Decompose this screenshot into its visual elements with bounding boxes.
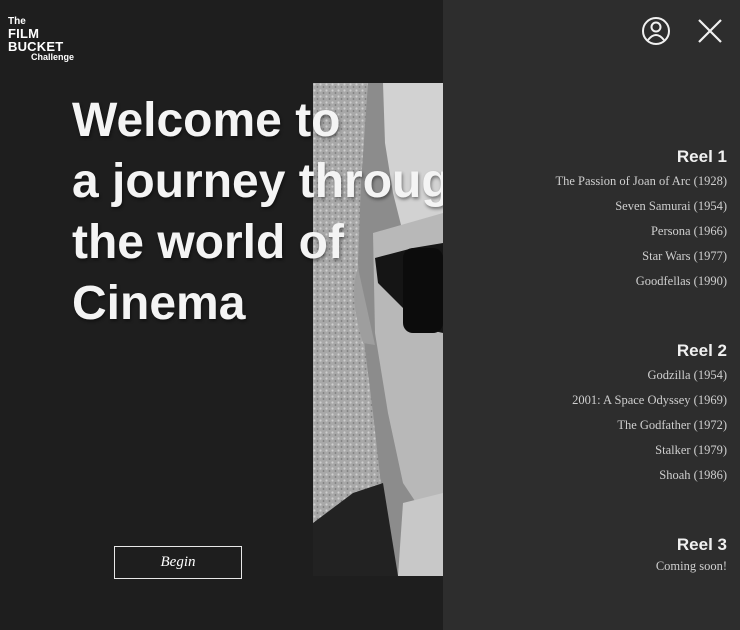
film-link[interactable]: Godzilla (1954) (447, 363, 728, 388)
begin-button[interactable]: Begin (114, 546, 242, 579)
reel-3-title: Reel 3 (676, 535, 727, 554)
film-link[interactable]: 2001: A Space Odyssey (1969) (447, 388, 727, 413)
film-link[interactable]: Seven Samurai (1954) (447, 194, 727, 219)
site-logo[interactable]: The FILM BUCKET Challenge (8, 17, 74, 62)
hero-headline: Welcome to a journey through the world o… (72, 90, 443, 334)
reel-1-section: Reel 1 The Passion of Joan of Arc (1928)… (447, 147, 728, 294)
headline-line-2: a journey through (72, 155, 443, 208)
film-link[interactable]: Shoah (1986) (447, 463, 727, 488)
coming-soon-note: Coming soon! (655, 559, 727, 573)
logo-line-challenge: Challenge (31, 52, 75, 62)
film-link[interactable]: Persona (1966) (447, 219, 727, 244)
reel-2-title: Reel 2 (676, 341, 727, 360)
film-link[interactable]: Star Wars (1977) (447, 244, 727, 269)
headline-line-3: the world of (72, 216, 344, 269)
reel-3-section: Reel 3 Coming soon! (447, 535, 727, 575)
film-link[interactable]: Stalker (1979) (447, 438, 727, 463)
reel-1-title: Reel 1 (676, 147, 727, 166)
film-link[interactable]: The Godfather (1972) (447, 413, 727, 438)
film-link[interactable]: Goodfellas (1990) (447, 269, 727, 294)
user-account-icon[interactable] (640, 15, 672, 47)
close-icon[interactable] (694, 15, 726, 47)
reel-2-section: Reel 2 Godzilla (1954) 2001: A Space Ody… (447, 341, 727, 488)
film-link[interactable]: The Passion of Joan of Arc (1928) (447, 169, 728, 194)
headline-line-4: Cinema (72, 277, 246, 330)
headline-line-1: Welcome to (72, 94, 341, 147)
reels-side-panel: Reel 1 The Passion of Joan of Arc (1928)… (443, 0, 740, 630)
